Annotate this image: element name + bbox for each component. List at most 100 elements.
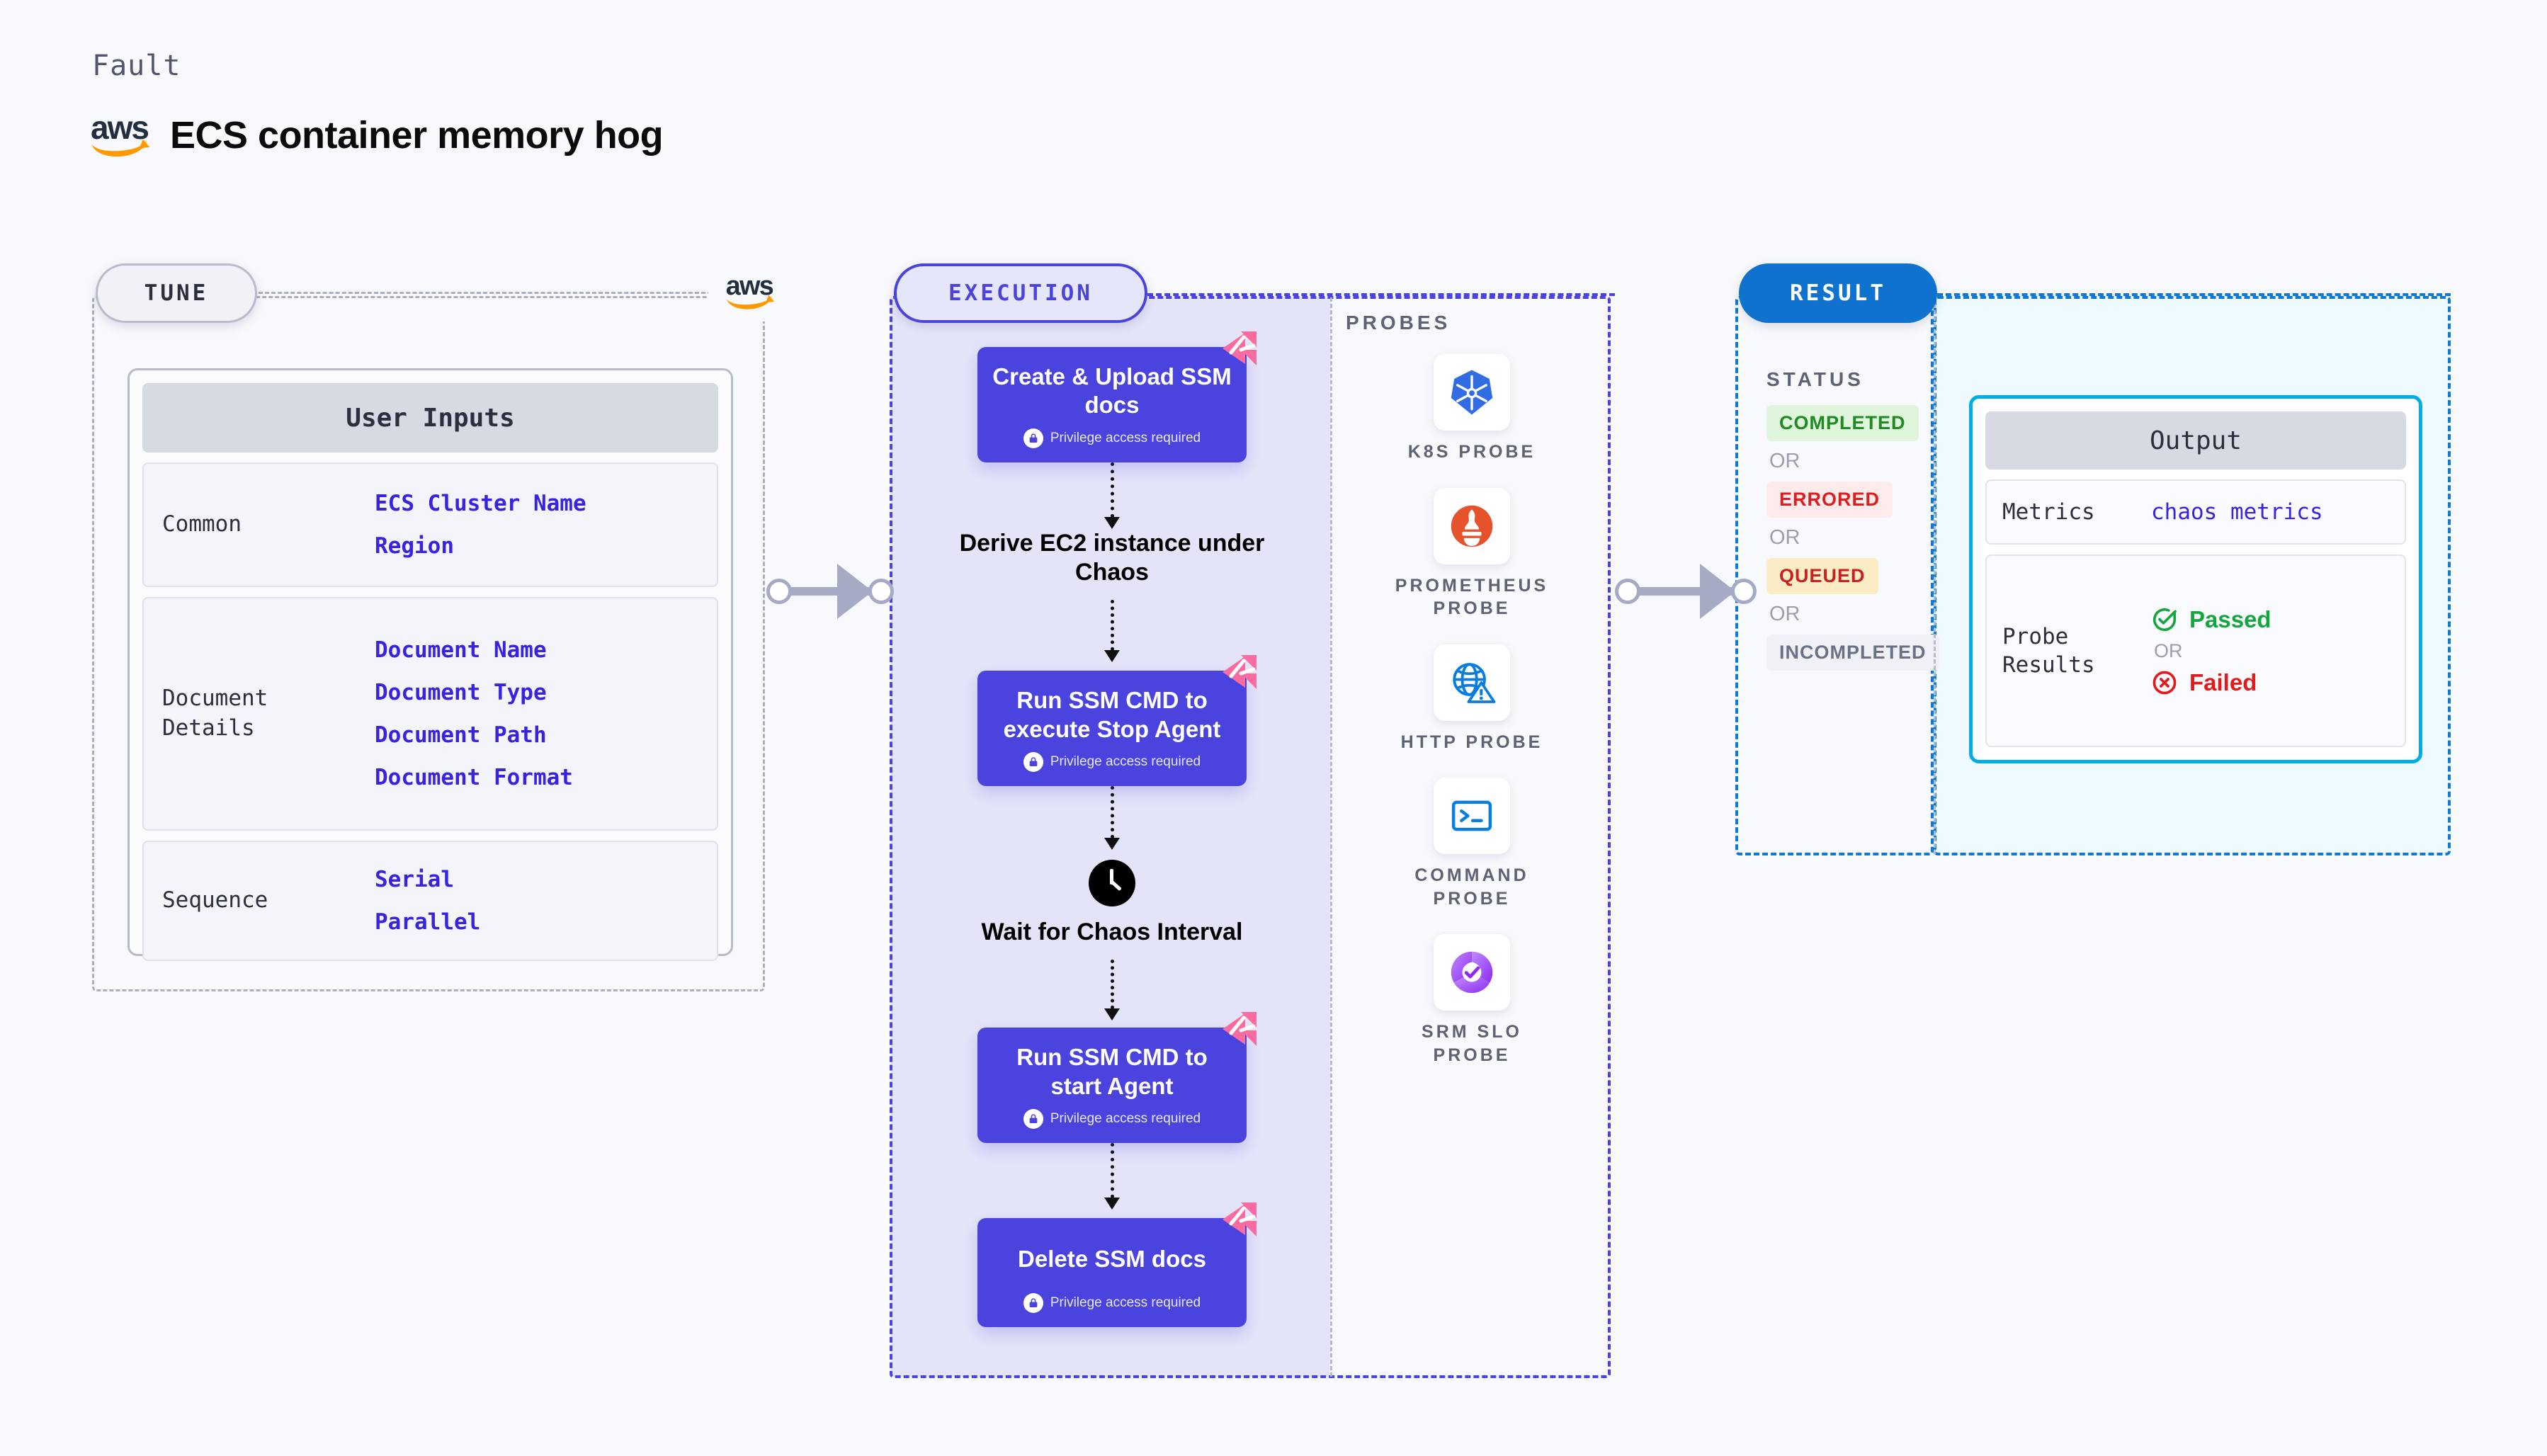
row-value[interactable]: Region: [375, 533, 586, 559]
flow-node-run-ssm-stop-agent[interactable]: Run SSM CMD to execute Stop Agent Privil…: [977, 655, 1257, 786]
x-circle-icon: [2152, 671, 2177, 694]
clock-icon: [1089, 859, 1135, 906]
row-value[interactable]: ECS Cluster Name: [375, 491, 586, 516]
user-inputs-title: User Inputs: [142, 383, 718, 453]
output-row-metrics: Metrics chaos metrics: [1985, 479, 2406, 545]
globe-warning-icon: [1434, 644, 1510, 721]
user-input-row-document-details: Document Details Document Name Document T…: [142, 597, 718, 831]
status-badge-incompleted: INCOMPLETED: [1766, 635, 1939, 671]
status-badge-errored: ERRORED: [1766, 482, 1893, 518]
row-value[interactable]: Document Path: [375, 722, 573, 748]
privilege-note: Privilege access required: [989, 1293, 1235, 1314]
flow-node-create-upload-ssm-docs[interactable]: Create & Upload SSM docs Privilege acces…: [977, 331, 1257, 462]
lock-icon: [1023, 751, 1043, 772]
execution-flow: Create & Upload SSM docs Privilege acces…: [914, 331, 1310, 1328]
tune-top-dashed-line: [259, 292, 712, 294]
probe-result-failed: Failed: [2151, 669, 2271, 696]
result-top-dashed-line: [1937, 293, 2451, 296]
lock-icon: [1023, 428, 1043, 448]
status-badge-queued: QUEUED: [1766, 558, 1878, 594]
row-value[interactable]: Document Format: [375, 765, 573, 790]
lock-icon: [1023, 1108, 1043, 1129]
flow-node-run-ssm-start-agent[interactable]: Run SSM CMD to start Agent Privilege acc…: [977, 1012, 1257, 1143]
output-row-probe-results: Probe Results Passed OR Failed: [1985, 554, 2406, 747]
aws-logo-icon: aws: [91, 111, 152, 159]
prometheus-icon: [1434, 487, 1510, 564]
probe-command[interactable]: COMMAND PROBE: [1383, 778, 1560, 910]
probe-label: SRM SLO PROBE: [1422, 1022, 1522, 1065]
chaos-fault-badge-icon: [1223, 331, 1257, 365]
flow-step-derive-ec2-instance: Derive EC2 instance under Chaos: [959, 529, 1265, 586]
slo-donut-check-icon: [1434, 934, 1510, 1011]
privilege-text: Privilege access required: [1050, 430, 1201, 445]
output-key: Metrics: [2002, 499, 2095, 525]
status-badge-completed: COMPLETED: [1766, 405, 1919, 441]
result-badge: RESULT: [1739, 263, 1937, 323]
flow-step-wait-for-chaos-interval: Wait for Chaos Interval: [914, 859, 1310, 947]
privilege-note: Privilege access required: [989, 428, 1235, 448]
node-title: Run SSM CMD to start Agent: [1016, 1044, 1208, 1099]
execution-top-dashed-line: [1147, 293, 1615, 296]
probe-result-passed: Passed: [2151, 606, 2271, 633]
chaos-fault-badge-icon: [1223, 655, 1257, 690]
flow-arrow: [914, 785, 1310, 850]
status-list: COMPLETED OR ERRORED OR QUEUED OR INCOMP…: [1766, 405, 1939, 671]
probe-srm-slo[interactable]: SRM SLO PROBE: [1383, 934, 1560, 1067]
chaos-fault-badge-icon: [1223, 1202, 1257, 1236]
node-title: Create & Upload SSM docs: [992, 363, 1232, 419]
chaos-fault-badge-icon: [1223, 1012, 1257, 1047]
or-separator: OR: [2154, 639, 2183, 661]
output-value[interactable]: chaos metrics: [2151, 499, 2323, 525]
probes-list: K8S PROBE PROMETHEUS PROBE HTTP PROBE CO…: [1358, 354, 1585, 1067]
output-title: Output: [1985, 411, 2406, 470]
status-label: STATUS: [1766, 368, 1864, 390]
node-title: Run SSM CMD to execute Stop Agent: [1003, 687, 1221, 742]
aws-logo-icon-corner: aws: [708, 262, 793, 322]
row-value[interactable]: Document Name: [375, 637, 573, 663]
connector-execution-to-result: [1615, 559, 1757, 623]
connector-tune-to-execution: [766, 559, 894, 623]
terminal-icon: [1434, 778, 1510, 854]
user-input-row-sequence: Sequence Serial Parallel: [142, 841, 718, 961]
row-key: Common: [162, 511, 242, 538]
probes-divider: [1330, 297, 1332, 1377]
privilege-note: Privilege access required: [989, 751, 1235, 772]
flow-arrow: [914, 462, 1310, 529]
row-key: Sequence: [162, 887, 268, 914]
or-separator: OR: [1769, 526, 1800, 549]
flow-node-delete-ssm-docs[interactable]: Delete SSM docs Privilege access require…: [977, 1202, 1257, 1328]
privilege-text: Privilege access required: [1050, 1110, 1201, 1126]
privilege-note: Privilege access required: [989, 1108, 1235, 1129]
user-inputs-card: User Inputs Common ECS Cluster Name Regi…: [127, 368, 733, 961]
title-row: aws ECS container memory hog: [91, 111, 664, 159]
probe-prometheus[interactable]: PROMETHEUS PROBE: [1383, 487, 1560, 620]
privilege-text: Privilege access required: [1050, 1295, 1201, 1311]
probe-label: K8S PROBE: [1407, 442, 1536, 462]
fault-diagram: Fault aws ECS container memory hog TUNE …: [0, 0, 2547, 1456]
user-input-row-common: Common ECS Cluster Name Region: [142, 462, 718, 587]
row-value[interactable]: Serial: [375, 867, 480, 892]
probe-label: HTTP PROBE: [1400, 732, 1543, 752]
row-value[interactable]: Document Type: [375, 680, 573, 705]
page-title: ECS container memory hog: [170, 114, 664, 157]
or-separator: OR: [1769, 603, 1800, 625]
output-card: Output Metrics chaos metrics Probe Result…: [1969, 395, 2422, 763]
lock-icon: [1023, 1293, 1043, 1314]
node-title: Delete SSM docs: [1018, 1245, 1206, 1272]
row-key: Document Details: [162, 686, 268, 741]
probe-label: PROMETHEUS PROBE: [1395, 575, 1549, 619]
kubernetes-icon: [1434, 354, 1510, 431]
fault-kind-label: Fault: [92, 50, 181, 82]
or-separator: OR: [1769, 450, 1800, 472]
check-circle-icon: [2152, 608, 2177, 631]
result-inner-divider: [1934, 297, 1936, 854]
probe-label: COMMAND PROBE: [1414, 865, 1529, 909]
tune-badge: TUNE: [96, 263, 257, 323]
privilege-text: Privilege access required: [1050, 753, 1201, 769]
output-key: Probe Results: [2002, 623, 2095, 678]
row-value[interactable]: Parallel: [375, 909, 480, 935]
probes-label: PROBES: [1346, 312, 1451, 334]
probe-k8s[interactable]: K8S PROBE: [1383, 354, 1560, 464]
execution-badge: EXECUTION: [894, 263, 1147, 323]
probe-http[interactable]: HTTP PROBE: [1383, 644, 1560, 754]
